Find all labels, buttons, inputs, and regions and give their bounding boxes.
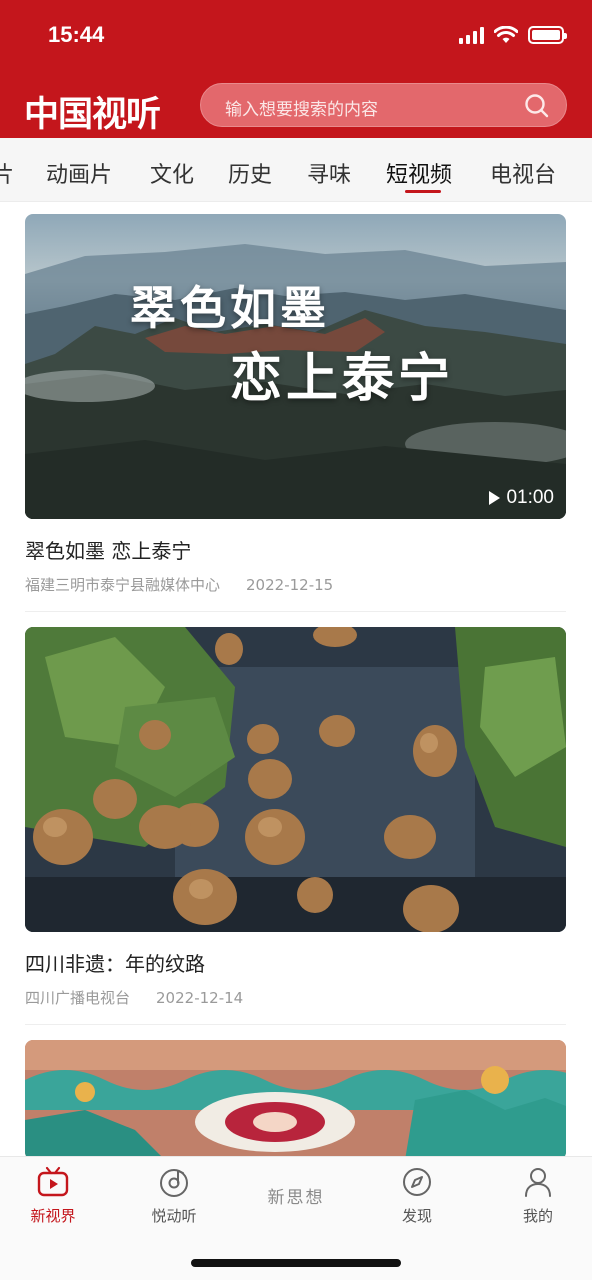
search-input[interactable]: 输入想要搜索的内容 [200, 83, 567, 127]
tab-history[interactable]: 历史 [228, 157, 272, 189]
tab-partial[interactable]: 片 [0, 157, 14, 189]
cellular-signal-icon [459, 26, 484, 44]
app-logo[interactable]: 中国视听 [24, 86, 161, 137]
food-thumbnail-image [25, 627, 566, 932]
nav-discover[interactable]: 发现 [367, 1165, 467, 1226]
video-card[interactable]: 翠色如墨 恋上泰宁 01:00 翠色如墨 恋上泰宁 福建三明市泰宁县融媒体中心 2… [25, 214, 566, 614]
textile-thumbnail-image [25, 1040, 566, 1160]
video-overlay-title-line2: 恋上泰宁 [230, 348, 455, 409]
nav-label: 悦动听 [151, 1207, 197, 1225]
video-date: 2022-12-15 [246, 576, 334, 594]
nav-label: 发现 [401, 1207, 432, 1225]
battery-icon [528, 26, 567, 44]
video-thumbnail[interactable] [25, 627, 566, 932]
video-card[interactable] [25, 1040, 566, 1160]
video-thumbnail[interactable]: 翠色如墨 恋上泰宁 01:00 [25, 214, 566, 519]
play-icon [489, 491, 501, 505]
card-divider [25, 1024, 566, 1025]
nav-new-thought[interactable]: 新思想 [246, 1183, 346, 1208]
video-title[interactable]: 翠色如墨 恋上泰宁 [25, 535, 191, 564]
tv-icon [37, 1166, 69, 1197]
video-source: 四川广播电视台 [25, 989, 131, 1007]
wifi-icon [494, 26, 518, 43]
video-date: 2022-12-14 [156, 989, 244, 1007]
home-indicator[interactable] [191, 1259, 401, 1267]
category-tabs: 片 动画片 文化 历史 寻味 短视频 电视台 [0, 138, 592, 202]
tab-culture[interactable]: 文化 [150, 157, 194, 189]
nav-label: 我的 [522, 1207, 553, 1225]
status-time: 15:44 [48, 22, 105, 47]
video-meta: 四川广播电视台 2022-12-14 [25, 987, 243, 1008]
status-bar: 15:44 [0, 0, 592, 76]
nav-mine[interactable]: 我的 [488, 1165, 588, 1226]
card-divider [25, 611, 566, 612]
search-icon[interactable] [524, 93, 550, 119]
compass-icon [403, 1168, 431, 1196]
video-duration: 01:00 [489, 487, 554, 509]
video-title[interactable]: 四川非遗：年的纹路 [25, 948, 205, 977]
tab-tv-station[interactable]: 电视台 [490, 157, 556, 189]
active-tab-indicator [405, 190, 441, 193]
music-disc-icon [160, 1169, 188, 1197]
app-header: 15:44 中国视听 输入想要搜索的内容 [0, 0, 592, 138]
video-meta: 福建三明市泰宁县融媒体中心 2022-12-15 [25, 574, 333, 595]
tab-food[interactable]: 寻味 [307, 157, 351, 189]
nav-label: 新视界 [30, 1207, 76, 1225]
video-source: 福建三明市泰宁县融媒体中心 [25, 576, 221, 594]
tab-animation[interactable]: 动画片 [46, 157, 112, 189]
search-placeholder: 输入想要搜索的内容 [225, 100, 378, 120]
nav-listen[interactable]: 悦动听 [124, 1165, 224, 1226]
person-icon [525, 1168, 551, 1197]
video-thumbnail[interactable] [25, 1040, 566, 1160]
duration-text: 01:00 [506, 487, 554, 508]
status-icons [459, 26, 567, 44]
tab-short-video[interactable]: 短视频 [386, 157, 452, 189]
video-overlay-title-line1: 翠色如墨 [130, 281, 330, 335]
nav-new-vision[interactable]: 新视界 [3, 1165, 103, 1226]
video-card[interactable]: 四川非遗：年的纹路 四川广播电视台 2022-12-14 [25, 627, 566, 1027]
